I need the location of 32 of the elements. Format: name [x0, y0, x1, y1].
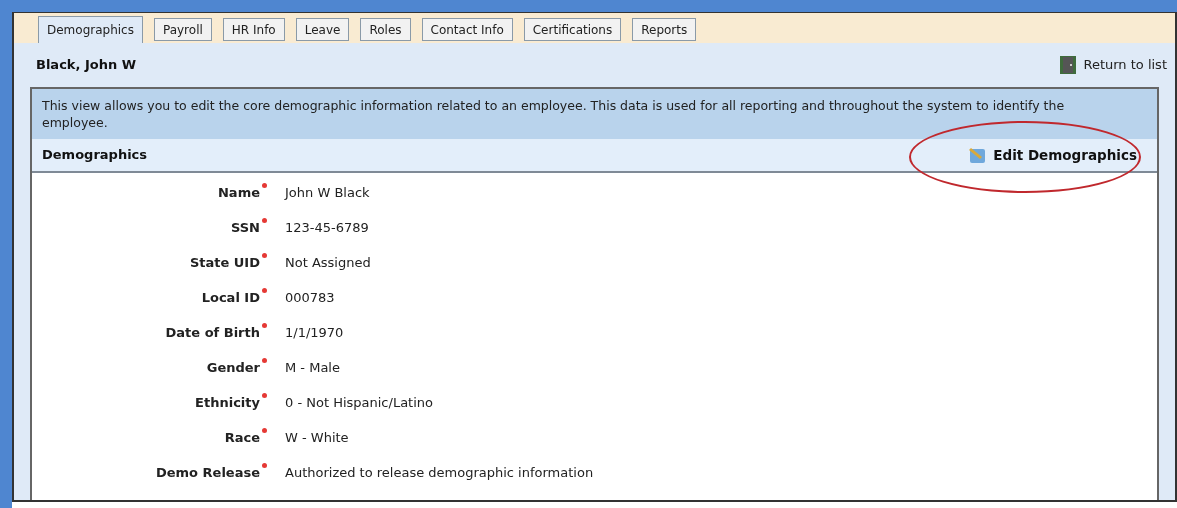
tab[interactable]: Demographics — [38, 16, 143, 43]
info-text: This view allows you to edit the core demographic information related to an employee. This data is used for all reporting and throughout the system to identify the employee. — [32, 89, 1157, 139]
field-value: 000783 — [284, 288, 335, 307]
tab[interactable]: Reports — [632, 18, 697, 41]
tab[interactable]: HR Info — [222, 18, 285, 41]
field-value: 123-45-6789 — [284, 218, 369, 237]
field-label: Date of Birth — [165, 323, 260, 342]
field-label: Name — [218, 183, 260, 202]
field-value: 1/1/1970 — [284, 323, 344, 342]
employee-name: Black, John W — [36, 56, 137, 75]
field-label: Ethnicity — [195, 393, 260, 412]
field-label: Local ID — [201, 288, 260, 307]
return-to-list-link[interactable]: Return to list — [1059, 55, 1167, 75]
section-title: Demographics — [42, 146, 148, 165]
field-label: Gender — [206, 358, 260, 377]
tab[interactable]: Leave — [295, 18, 350, 41]
tab[interactable]: Contact Info — [421, 18, 513, 41]
field-value: John W Black — [283, 183, 370, 202]
tab[interactable]: Payroll — [153, 18, 212, 41]
field-value: Authorized to release demographic information — [284, 463, 594, 482]
field-label: SSN — [230, 218, 260, 237]
field-value: W - White — [284, 428, 349, 447]
field-value: Not Assigned — [284, 253, 371, 272]
field-label: Race — [224, 428, 260, 447]
field-value: 0 - Not Hispanic/Latino — [284, 393, 433, 412]
edit-demographics-button[interactable]: Edit Demographics — [967, 144, 1137, 166]
door-icon — [1059, 55, 1078, 75]
field-value: M - Male — [284, 358, 340, 377]
field-label: State UID — [189, 253, 260, 272]
tab[interactable]: Certifications — [523, 18, 622, 41]
tab[interactable]: Roles — [360, 18, 411, 41]
field-label: Demo Release — [155, 463, 260, 482]
